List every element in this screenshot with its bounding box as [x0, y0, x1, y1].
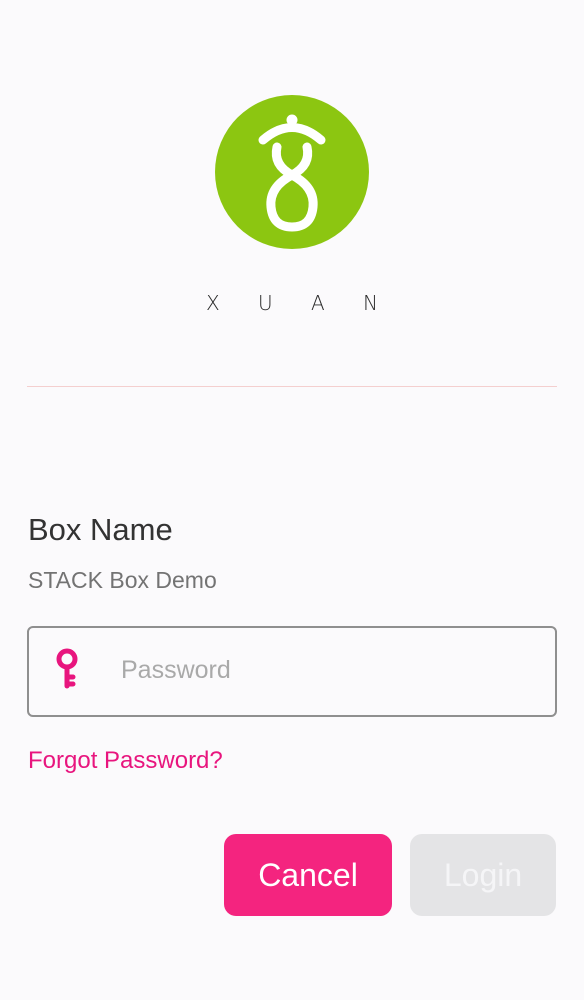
- box-name-label: Box Name: [28, 512, 173, 547]
- wordmark-letter-u: U: [258, 291, 273, 315]
- wordmark-letter-a: A: [311, 291, 325, 315]
- forgot-password-link[interactable]: Forgot Password?: [28, 746, 223, 776]
- logo: [215, 95, 369, 249]
- wordmark-letter-x: X: [206, 291, 220, 315]
- box-name-value: STACK Box Demo: [28, 567, 217, 593]
- login-button[interactable]: Login: [410, 834, 556, 916]
- wordmark: X U A N: [206, 291, 378, 315]
- password-input[interactable]: [121, 650, 541, 690]
- xuan-logo-icon: [215, 95, 369, 249]
- wordmark-letter-n: N: [363, 291, 378, 315]
- key-icon: [53, 648, 81, 690]
- password-field[interactable]: [27, 626, 557, 717]
- cancel-button[interactable]: Cancel: [224, 834, 392, 916]
- divider: [27, 386, 557, 387]
